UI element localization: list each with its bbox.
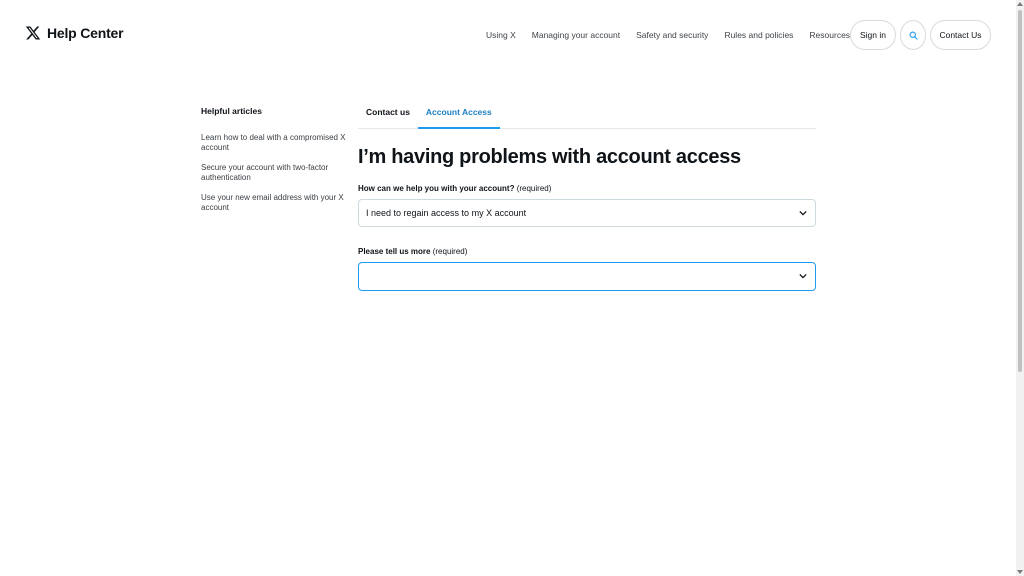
account-help-select[interactable]: I need to regain access to my X account bbox=[358, 199, 816, 227]
tab-contact-us[interactable]: Contact us bbox=[358, 100, 418, 129]
nav-using-x[interactable]: Using X bbox=[486, 30, 516, 40]
scrollbar-thumb[interactable] bbox=[1018, 10, 1022, 372]
contact-us-label: Contact Us bbox=[939, 30, 982, 40]
nav-resources-label: Resources bbox=[809, 30, 851, 40]
scroll-up-icon[interactable] bbox=[1017, 2, 1023, 6]
field1-label: How can we help you with your account? (… bbox=[358, 184, 816, 193]
chevron-down-icon bbox=[799, 210, 807, 216]
nav-managing-account[interactable]: Managing your account bbox=[532, 30, 620, 40]
sidebar-link-compromised-account[interactable]: Learn how to deal with a compromised X a… bbox=[201, 133, 351, 153]
sidebar-link-two-factor[interactable]: Secure your account with two-factor auth… bbox=[201, 163, 351, 183]
page-scrollbar[interactable] bbox=[1016, 0, 1024, 576]
main-content: Contact us Account Access I’m having pro… bbox=[358, 100, 816, 291]
field1-required: (required) bbox=[516, 184, 552, 193]
chevron-down-icon bbox=[799, 273, 807, 279]
tab-bar: Contact us Account Access bbox=[358, 100, 816, 129]
nav-rules-policies[interactable]: Rules and policies bbox=[724, 30, 793, 40]
field2-label-text: Please tell us more bbox=[358, 247, 431, 256]
main-nav: Using X Managing your account Safety and… bbox=[486, 30, 858, 40]
account-help-select-value: I need to regain access to my X account bbox=[366, 208, 527, 218]
tab-account-access[interactable]: Account Access bbox=[417, 100, 500, 129]
search-button[interactable] bbox=[900, 20, 926, 50]
nav-safety-security[interactable]: Safety and security bbox=[636, 30, 708, 40]
helpful-articles-sidebar: Helpful articles Learn how to deal with … bbox=[201, 106, 351, 223]
site-header: Help Center Using X Managing your accoun… bbox=[0, 0, 1016, 70]
field1-label-text: How can we help you with your account? bbox=[358, 184, 515, 193]
logo[interactable]: Help Center bbox=[25, 24, 124, 42]
sidebar-link-new-email[interactable]: Use your new email address with your X a… bbox=[201, 193, 351, 213]
field2-label: Please tell us more (required) bbox=[358, 247, 816, 256]
contact-us-button[interactable]: Contact Us bbox=[930, 20, 991, 50]
sign-in-label: Sign in bbox=[860, 30, 886, 40]
search-icon bbox=[909, 31, 918, 40]
field2-required: (required) bbox=[432, 247, 468, 256]
tell-us-more-select[interactable] bbox=[358, 262, 816, 291]
scroll-down-icon[interactable] bbox=[1017, 570, 1023, 574]
x-logo-icon bbox=[25, 26, 41, 40]
sign-in-button[interactable]: Sign in bbox=[850, 20, 896, 50]
page-title: I’m having problems with account access bbox=[358, 146, 741, 168]
sidebar-title: Helpful articles bbox=[201, 106, 262, 116]
logo-text: Help Center bbox=[47, 25, 124, 41]
